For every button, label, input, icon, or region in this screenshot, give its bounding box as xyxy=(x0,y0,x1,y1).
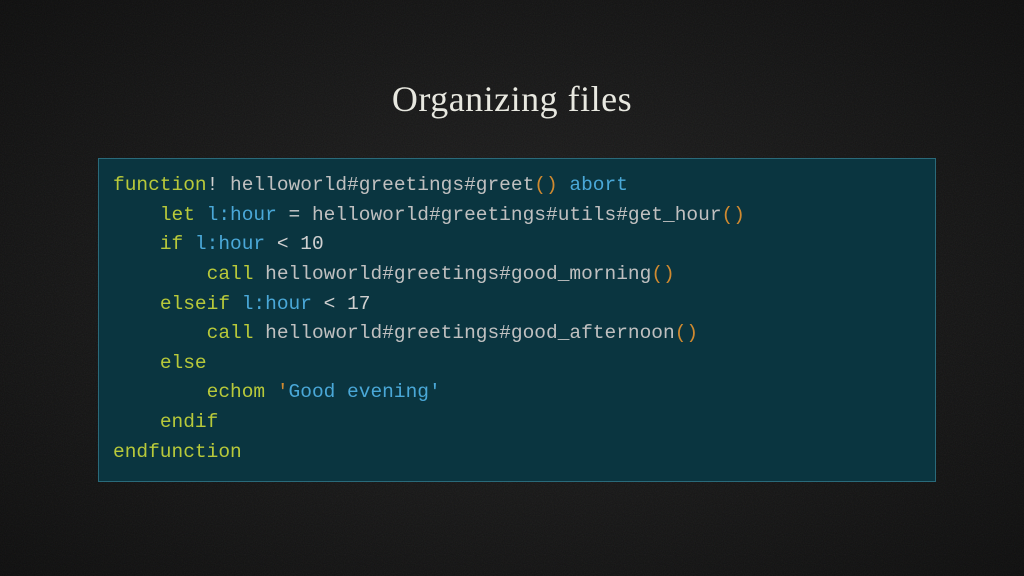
code-token: hour xyxy=(265,293,312,315)
code-token: = xyxy=(289,204,301,226)
code-token xyxy=(300,204,312,226)
code-token: else xyxy=(160,352,207,374)
code-token xyxy=(277,204,289,226)
code-token: if xyxy=(160,233,183,255)
code-token: endfunction xyxy=(113,441,242,463)
code-token: () xyxy=(651,263,674,285)
code-token: l: xyxy=(242,293,265,315)
code-token: < xyxy=(324,293,336,315)
code-token: () xyxy=(534,174,557,196)
code-token: l: xyxy=(195,233,218,255)
code-token: hour xyxy=(230,204,277,226)
code-token: ' xyxy=(277,381,289,403)
code-token xyxy=(312,293,324,315)
code-block: function! helloworld#greetings#greet() a… xyxy=(98,158,936,482)
code-token: 10 xyxy=(300,233,323,255)
code-token xyxy=(113,293,160,315)
code-token: call xyxy=(207,263,254,285)
code-token: helloworld#greetings#good_morning xyxy=(265,263,651,285)
code-token: Good evening' xyxy=(289,381,441,403)
code-token xyxy=(113,322,207,344)
code-token xyxy=(558,174,570,196)
code-token: () xyxy=(675,322,698,344)
code-token: elseif xyxy=(160,293,230,315)
code-token: 17 xyxy=(347,293,370,315)
code-token: helloworld#greetings#greet xyxy=(230,174,534,196)
code-token: ! xyxy=(207,174,219,196)
code-token: helloworld#greetings#utils#get_hour xyxy=(312,204,722,226)
code-token: function xyxy=(113,174,207,196)
code-token xyxy=(218,174,230,196)
code-token xyxy=(253,322,265,344)
code-token xyxy=(253,263,265,285)
code-token xyxy=(183,233,195,255)
code-token: abort xyxy=(569,174,628,196)
code-token: < xyxy=(277,233,289,255)
code-token xyxy=(113,352,160,374)
code-token xyxy=(113,263,207,285)
code-token xyxy=(113,411,160,433)
code-token: echom xyxy=(207,381,266,403)
code-token: hour xyxy=(218,233,265,255)
code-token: endif xyxy=(160,411,219,433)
code-token: () xyxy=(722,204,745,226)
code-token xyxy=(113,204,160,226)
code-token xyxy=(265,381,277,403)
slide-title: Organizing files xyxy=(0,78,1024,120)
code-token: let xyxy=(160,204,195,226)
code-token: l: xyxy=(207,204,230,226)
code-token xyxy=(335,293,347,315)
code-token xyxy=(113,381,207,403)
code-token xyxy=(113,233,160,255)
code-token xyxy=(289,233,301,255)
code-token: call xyxy=(207,322,254,344)
code-token xyxy=(265,233,277,255)
code-token xyxy=(195,204,207,226)
code-token xyxy=(230,293,242,315)
code-token: helloworld#greetings#good_afternoon xyxy=(265,322,675,344)
